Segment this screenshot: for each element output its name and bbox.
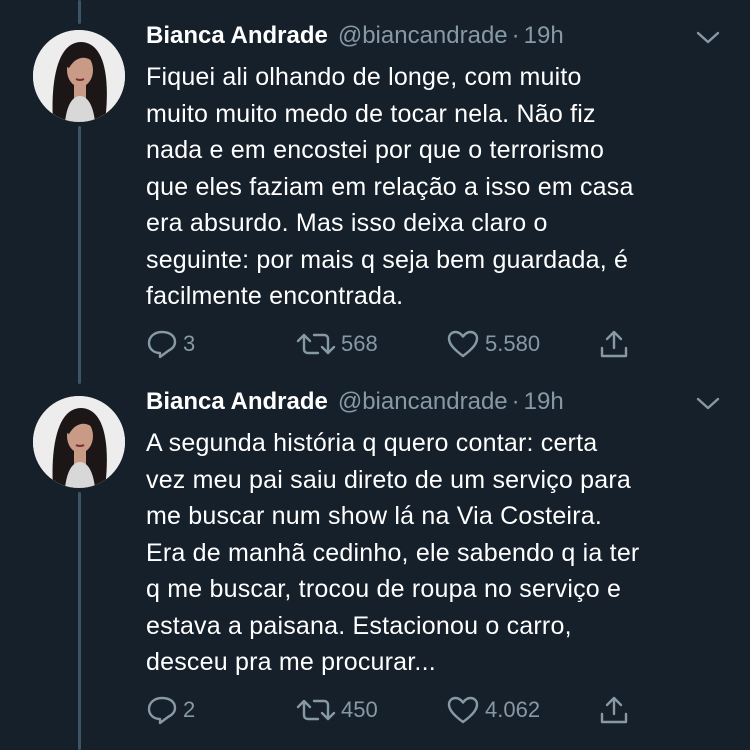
tweet-text: Fiquei ali olhando de longe, com muito m… [146, 59, 736, 315]
tweet-text-line: desceu pra me procurar... [146, 648, 436, 676]
tweet[interactable]: Bianca Andrade @biancandrade · 19h Fique… [0, 22, 750, 372]
tweet-text-line: vez meu pai saiu direto de um serviço pa… [146, 465, 632, 494]
tweet-header: Bianca Andrade @biancandrade · 19h [146, 388, 564, 422]
avatar[interactable] [33, 30, 125, 122]
tweet-text-line: nada e em encostei por que o terrorismo [146, 136, 605, 164]
chevron-down-icon[interactable] [694, 394, 722, 414]
tweet-thread: Bianca Andrade @biancandrade · 19h Fique… [0, 0, 750, 750]
separator-dot: · [511, 388, 520, 415]
retweet-count: 450 [341, 697, 378, 722]
tweet-text-line: estava a paisana. Estacionou o carro, [146, 611, 572, 640]
tweet-text-line: me buscar num show lá na Via Costeira. [146, 502, 602, 530]
timestamp[interactable]: 19h [524, 22, 564, 50]
tweet-text: A segunda história q quero contar: certa… [146, 425, 736, 681]
tweet-text-line: era absurdo. Mas isso deixa claro o [146, 209, 548, 237]
author-name[interactable]: Bianca Andrade [146, 388, 328, 416]
heart-icon [447, 330, 479, 358]
reply-icon [147, 696, 177, 725]
retweet-count: 568 [341, 331, 378, 356]
tweet-actions: 2 450 4.062 [146, 692, 646, 728]
tweet[interactable]: Bianca Andrade @biancandrade · 19h A seg… [0, 388, 750, 738]
avatar-photo [33, 30, 125, 122]
tweet-actions: 3 568 5.580 [146, 326, 646, 362]
share-button[interactable] [598, 326, 630, 362]
reply-button[interactable]: 3 [146, 326, 195, 362]
heart-icon [447, 696, 479, 724]
tweet-text-line: q me buscar, trocou de roupa no serviço … [146, 575, 622, 603]
retweet-button[interactable]: 450 [296, 692, 378, 728]
reply-button[interactable]: 2 [146, 692, 195, 728]
like-button[interactable]: 5.580 [446, 326, 540, 362]
author-handle[interactable]: @biancandrade [338, 388, 508, 416]
chevron-down-icon[interactable] [694, 28, 722, 48]
share-icon [600, 330, 628, 358]
avatar-photo [33, 396, 125, 488]
retweet-icon [296, 333, 336, 355]
avatar[interactable] [33, 396, 125, 488]
tweet-text-line: seguinte: por mais q seja bem guardada, … [146, 245, 629, 274]
tweet-text-line: Fiquei ali olhando de longe, com muito [146, 63, 582, 91]
tweet-text-line: que eles faziam em relação a isso em cas… [146, 172, 634, 201]
reply-icon [147, 330, 177, 359]
author-name[interactable]: Bianca Andrade [146, 22, 328, 50]
reply-count: 2 [183, 697, 196, 722]
tweet-text-line: facilmente encontrada. [146, 282, 404, 310]
thread-line [78, 0, 81, 24]
like-button[interactable]: 4.062 [446, 692, 540, 728]
timestamp[interactable]: 19h [524, 388, 564, 416]
share-icon [600, 696, 628, 724]
author-handle[interactable]: @biancandrade [338, 22, 508, 50]
reply-count: 3 [183, 331, 196, 356]
separator-dot: · [511, 22, 520, 49]
tweet-header: Bianca Andrade @biancandrade · 19h [146, 22, 564, 56]
retweet-icon [296, 699, 336, 721]
share-button[interactable] [598, 692, 630, 728]
like-count: 5.580 [485, 331, 541, 356]
like-count: 4.062 [485, 697, 541, 722]
tweet-text-line: muito muito medo de tocar nela. Não fiz [146, 99, 596, 128]
tweet-text-line: Era de manhã cedinho, ele sabendo q ia t… [146, 538, 640, 567]
tweet-text-line: A segunda história q quero contar: certa [146, 429, 598, 457]
retweet-button[interactable]: 568 [296, 326, 378, 362]
